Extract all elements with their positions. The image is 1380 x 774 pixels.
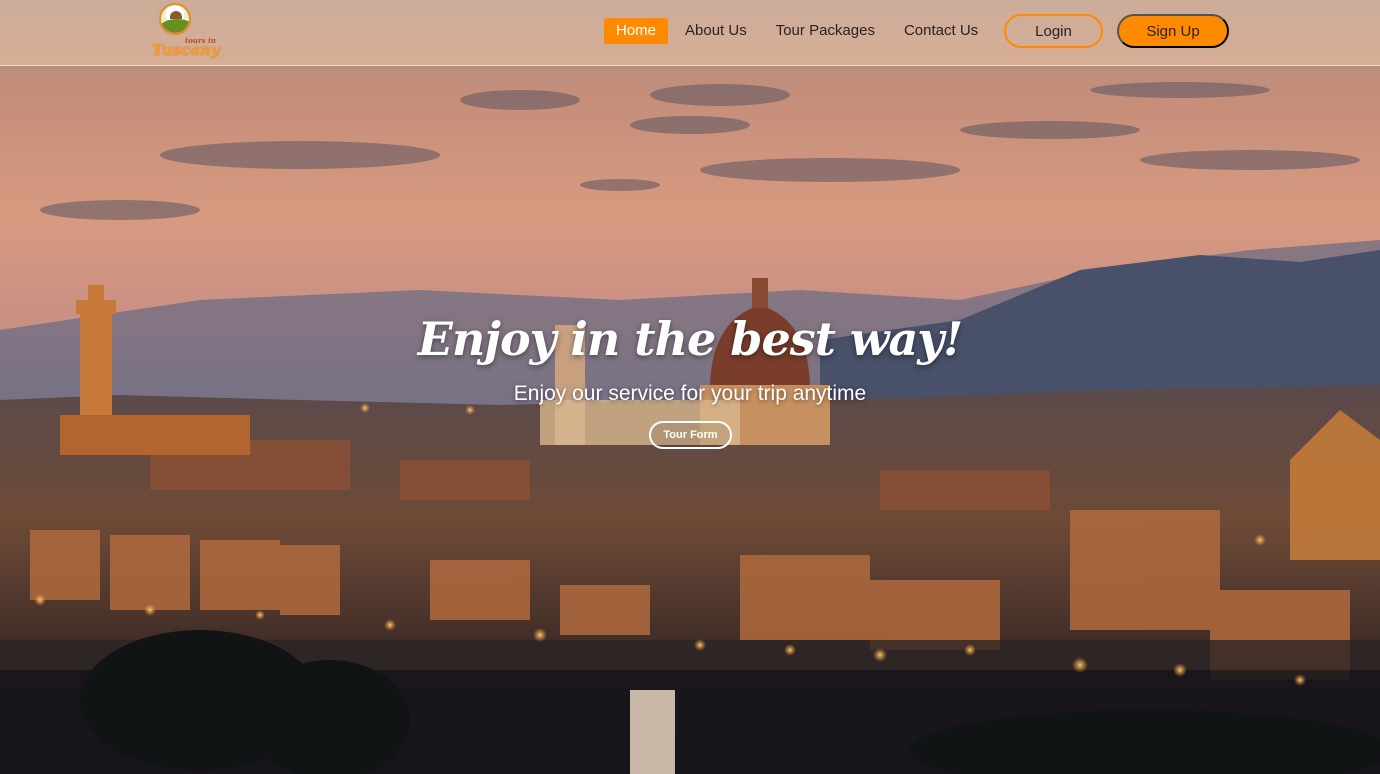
login-button[interactable]: Login <box>1004 14 1103 48</box>
nav-tour-packages[interactable]: Tour Packages <box>776 18 875 44</box>
nav-home[interactable]: Home <box>604 18 669 44</box>
nav-about-us[interactable]: About Us <box>685 18 747 44</box>
tour-form-button[interactable]: Tour Form <box>649 421 732 449</box>
top-navbar: tours in Tuscany Home About Us Tour Pack… <box>0 0 1380 66</box>
logo-wordmark: Tuscany <box>152 41 220 59</box>
main-nav: Home About Us Tour Packages Contact Us <box>604 18 1007 44</box>
hero-title: Enjoy in the best way! <box>417 312 963 366</box>
hero-subtitle: Enjoy our service for your trip anytime <box>513 382 867 405</box>
logo-emblem-icon <box>159 3 191 35</box>
nav-contact-us[interactable]: Contact Us <box>904 18 978 44</box>
brand-logo[interactable]: tours in Tuscany <box>150 3 220 61</box>
signup-button[interactable]: Sign Up <box>1117 14 1229 48</box>
